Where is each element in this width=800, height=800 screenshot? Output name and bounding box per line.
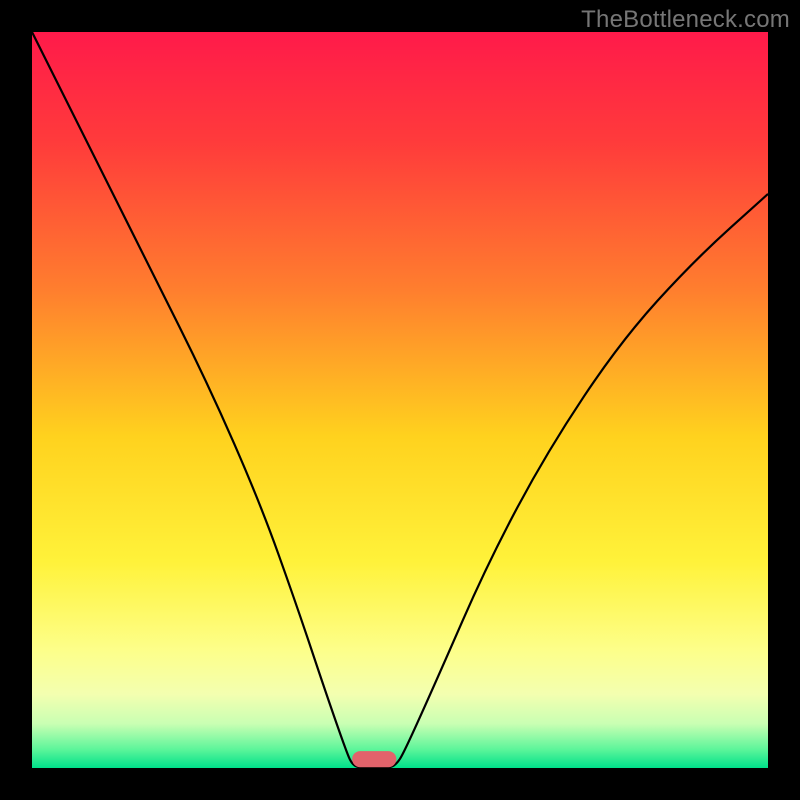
optimal-marker: [352, 751, 396, 767]
bottleneck-chart: [32, 32, 768, 768]
plot-frame: [32, 32, 768, 768]
gradient-background: [32, 32, 768, 768]
watermark-text: TheBottleneck.com: [581, 6, 790, 34]
